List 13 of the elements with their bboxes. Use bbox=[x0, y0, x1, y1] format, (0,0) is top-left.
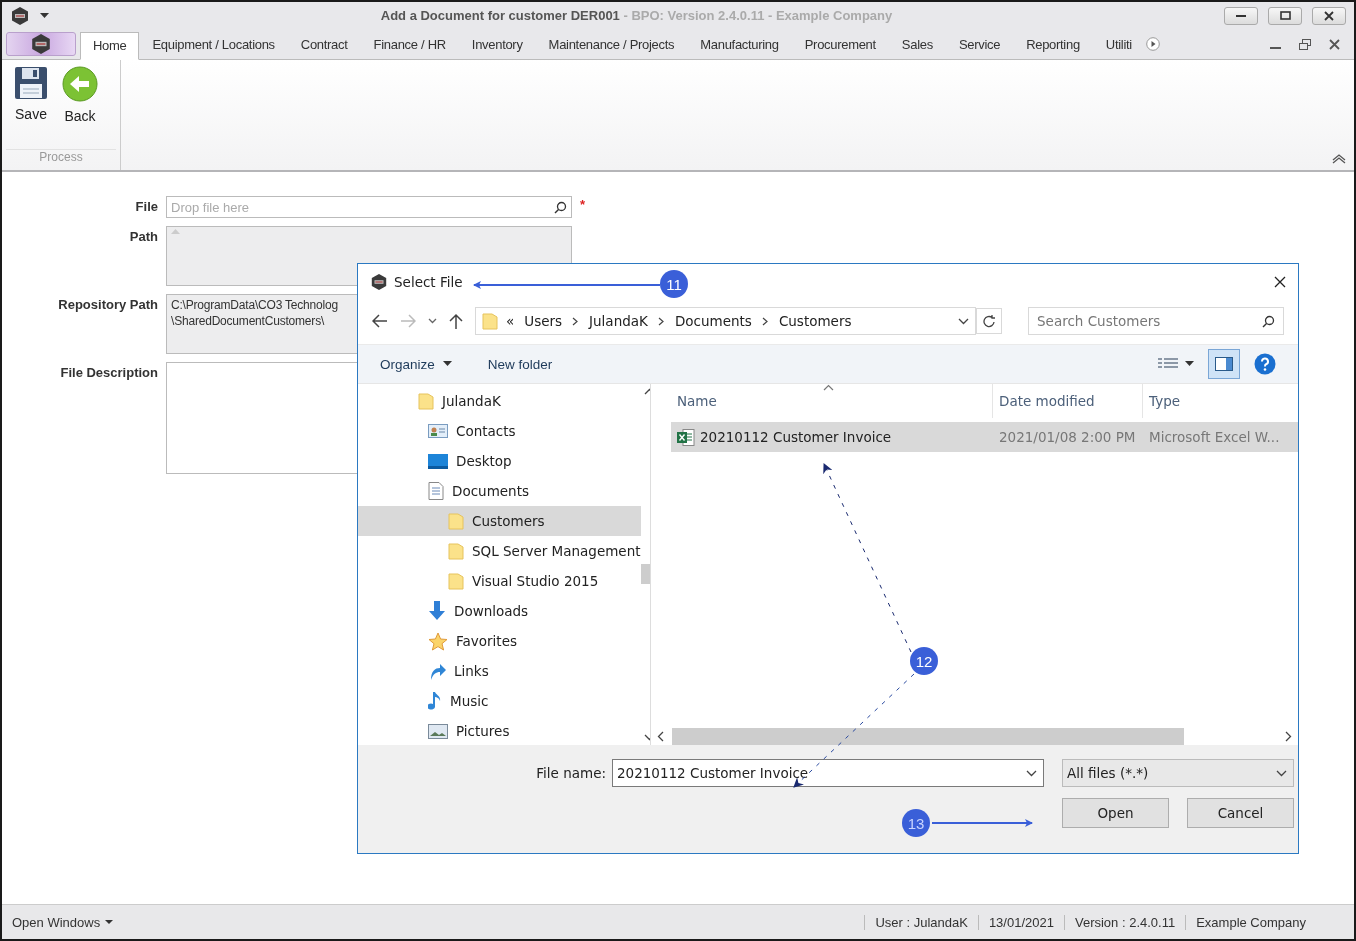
status-item: Version : 2.4.0.11 bbox=[1063, 914, 1186, 930]
status-item: Example Company bbox=[1185, 914, 1316, 930]
window-title: Add a Document for customer DER001 - BPO: Version 2.4.0.11 - Example Company bbox=[379, 8, 894, 23]
field-label: Repository Path bbox=[57, 296, 158, 314]
field-label: File bbox=[134, 198, 158, 216]
field-label: File Description bbox=[59, 364, 158, 382]
file-name-label: File name: bbox=[535, 765, 606, 781]
ribbon-group-label: Process bbox=[6, 149, 116, 170]
field-label: Path bbox=[128, 228, 158, 246]
status-item: 13/01/2021 bbox=[977, 914, 1064, 930]
status-item: User : JulandaK bbox=[864, 914, 978, 930]
dialog-title: Select File bbox=[394, 274, 463, 290]
required-asterisk: * bbox=[580, 196, 587, 214]
